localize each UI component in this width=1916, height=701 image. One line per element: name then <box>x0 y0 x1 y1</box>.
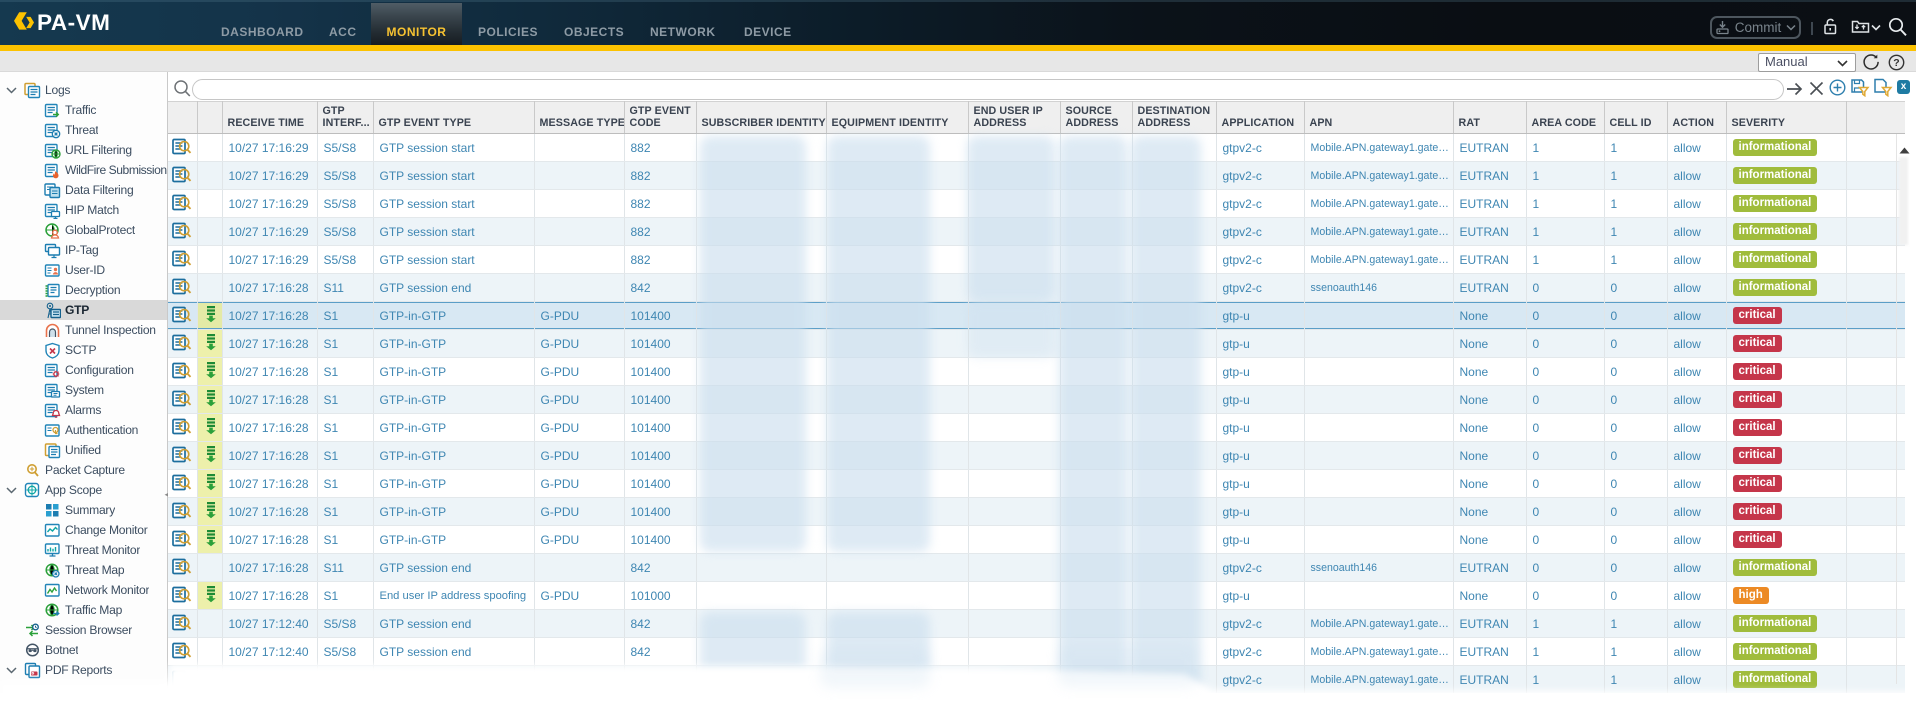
svg-text:?: ? <box>1893 57 1899 69</box>
